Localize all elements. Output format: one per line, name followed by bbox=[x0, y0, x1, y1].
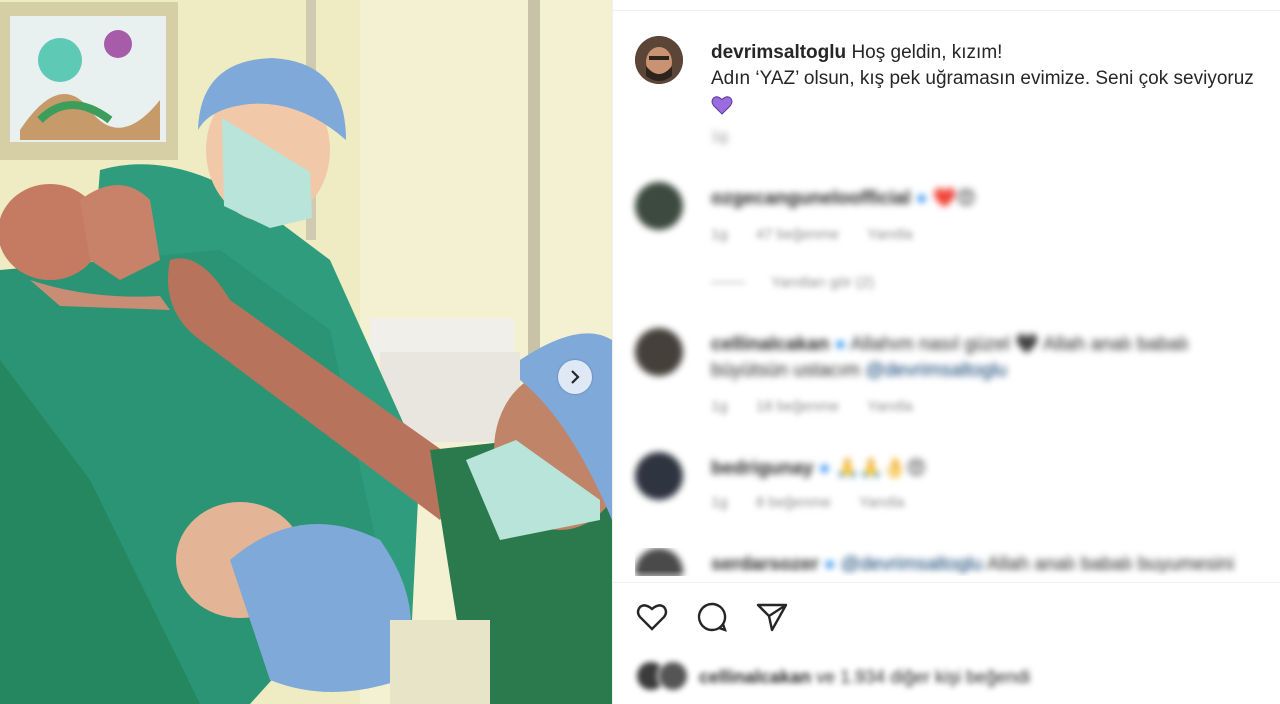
instagram-post: devrimsaltoglu Hoş geldin, kızım! Adın ‘… bbox=[0, 0, 1280, 704]
comment-meta: 1g 47 beğenme Yanıtla bbox=[711, 226, 937, 243]
comment-button[interactable] bbox=[693, 598, 731, 636]
verified-badge-icon: ● bbox=[818, 458, 831, 479]
liker-avatars bbox=[635, 660, 693, 694]
comment-emoji: ❤️😍 bbox=[932, 188, 977, 209]
likes-rest: ve 1.934 diğer kişi beğendi bbox=[816, 666, 1031, 687]
verified-badge-icon: ● bbox=[834, 334, 847, 355]
comment-avatar[interactable] bbox=[635, 182, 683, 230]
likes-summary[interactable]: cellinalcakan ve 1.934 diğer kişi beğend… bbox=[635, 660, 1030, 694]
comment-username[interactable]: bedrigunay bbox=[711, 458, 813, 479]
comment-mention[interactable]: @devrimsaltoglu bbox=[865, 360, 1007, 381]
liker-avatar bbox=[657, 660, 689, 692]
reply-button[interactable]: Yanıtla bbox=[867, 226, 913, 243]
comment-time: 1g bbox=[711, 226, 728, 243]
comment-text: cellinalcakan ● Allahım nasıl güzel 🖤 Al… bbox=[711, 332, 1271, 384]
comment-username[interactable]: ozgecanguneloofficial bbox=[711, 188, 911, 209]
view-replies-button[interactable]: Yanıtları gör (2) bbox=[711, 274, 874, 291]
header-divider bbox=[613, 10, 1280, 11]
comment-time: 1g bbox=[711, 494, 728, 511]
comment-meta: 1g 8 beğenme Yanıtla bbox=[711, 494, 928, 511]
reply-button[interactable]: Yanıtla bbox=[859, 494, 905, 511]
likes-text: cellinalcakan ve 1.934 diğer kişi beğend… bbox=[699, 667, 1030, 688]
comment-likes[interactable]: 8 beğenme bbox=[756, 494, 831, 511]
caption-line1: Hoş geldin, kızım! bbox=[851, 42, 1003, 63]
comments-panel: devrimsaltoglu Hoş geldin, kızım! Adın ‘… bbox=[612, 0, 1280, 704]
action-bar bbox=[633, 598, 791, 636]
send-icon bbox=[756, 603, 788, 632]
author-avatar[interactable] bbox=[635, 36, 683, 84]
post-caption: devrimsaltoglu Hoş geldin, kızım! Adın ‘… bbox=[711, 40, 1280, 124]
like-button[interactable] bbox=[633, 598, 671, 636]
comment-avatar[interactable] bbox=[635, 328, 683, 376]
heart-icon bbox=[636, 604, 668, 631]
replies-dash bbox=[711, 282, 745, 283]
next-slide-button[interactable] bbox=[558, 360, 592, 394]
chevron-right-icon bbox=[571, 370, 580, 384]
caption-username[interactable]: devrimsaltoglu bbox=[711, 42, 846, 63]
purple-heart-icon bbox=[711, 96, 733, 115]
comment-likes[interactable]: 18 beğenme bbox=[756, 398, 839, 415]
verified-badge-icon: ● bbox=[915, 188, 928, 209]
caption-time: 1g bbox=[711, 128, 728, 145]
surgery-photo-illustration bbox=[0, 0, 612, 704]
view-replies-label: Yanıtları gör (2) bbox=[771, 274, 875, 291]
comment-avatar[interactable] bbox=[635, 452, 683, 500]
comment-meta: 1g 18 beğenme Yanıtla bbox=[711, 398, 937, 415]
share-button[interactable] bbox=[753, 598, 791, 636]
comment-username[interactable]: cellinalcakan bbox=[711, 334, 829, 355]
reply-button[interactable]: Yanıtla bbox=[867, 398, 913, 415]
caption-line2: Adın ‘YAZ’ olsun, kış pek uğramasın evim… bbox=[711, 68, 1254, 89]
comment-text: ozgecanguneloofficial ● ❤️😍 bbox=[711, 186, 1271, 212]
comment-bubble-icon bbox=[697, 602, 727, 632]
comment-likes[interactable]: 47 beğenme bbox=[756, 226, 839, 243]
actions-divider bbox=[613, 582, 1280, 583]
comment-text: bedrigunay ● 🙏🙏👌😍 bbox=[711, 456, 1271, 482]
likes-user[interactable]: cellinalcakan bbox=[699, 667, 811, 687]
post-photo bbox=[0, 0, 612, 704]
author-avatar-image bbox=[635, 36, 683, 84]
comment-body: 🙏🙏👌😍 bbox=[835, 458, 927, 479]
comment-time: 1g bbox=[711, 398, 728, 415]
